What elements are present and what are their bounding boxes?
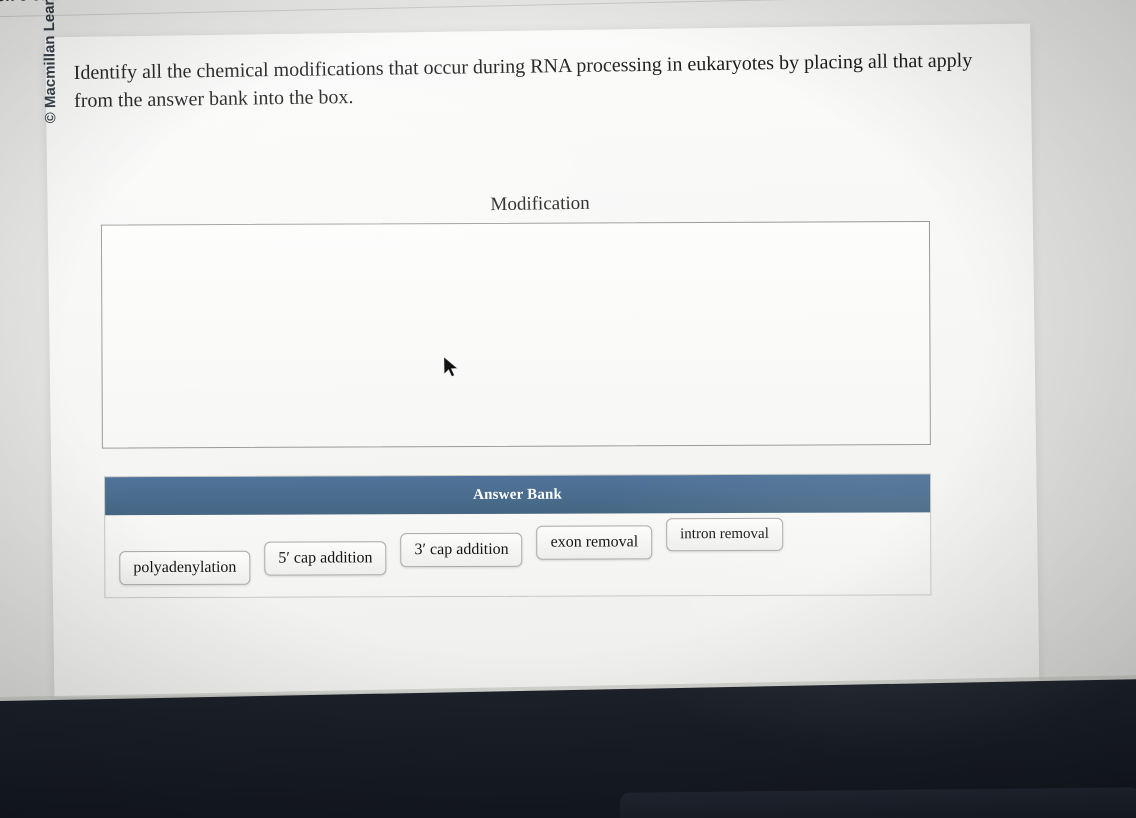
copyright-label: © Macmillan Learning [40,0,60,124]
laptop-screen: tion 6 of 10 › © Macmillan Learning Iden… [0,0,1136,734]
answer-bank-title: Answer Bank [105,474,931,516]
modification-dropzone[interactable] [100,220,931,449]
browser-toolbar [0,0,1136,19]
answer-bank-panel: Answer Bank polyadenylation 5′ cap addit… [104,473,932,599]
laptop-keyboard-deck [619,787,1136,818]
mouse-pointer-icon [443,355,462,379]
answer-chip[interactable]: 5′ cap addition [264,541,387,576]
answer-chip[interactable]: polyadenylation [119,550,251,586]
answer-chip[interactable]: exon removal [536,525,653,560]
answer-bank-chip-list: polyadenylation 5′ cap addition 3′ cap a… [119,516,920,597]
question-card: © Macmillan Learning Identify all the ch… [40,0,1040,698]
next-question-chevron-icon[interactable]: › [104,0,112,6]
answer-chip[interactable]: intron removal [666,517,783,552]
dropzone-label: Modification [490,192,590,216]
question-prompt: Identify all the chemical modifications … [73,49,973,113]
photographed-laptop-screen: tion 6 of 10 › © Macmillan Learning Iden… [0,0,1136,818]
answer-chip[interactable]: 3′ cap addition [400,532,523,568]
